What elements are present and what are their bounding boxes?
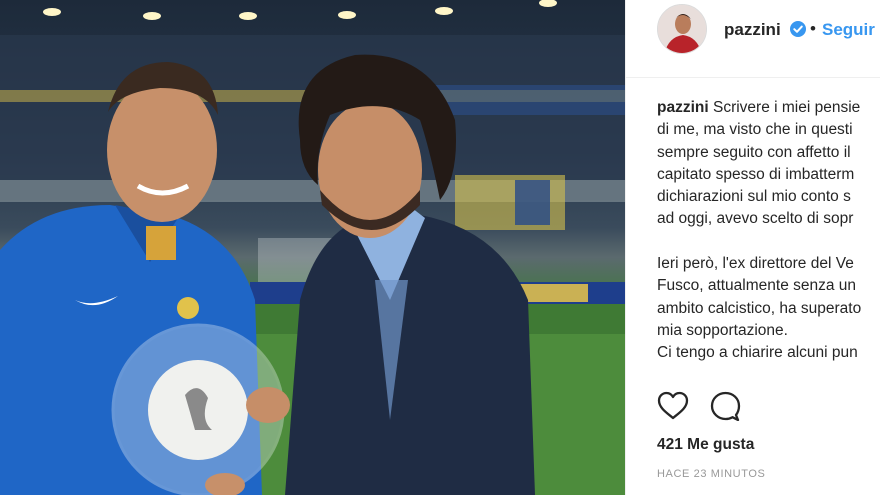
caption-line: ambito calcistico, ha superato bbox=[657, 299, 862, 317]
caption-line: pazzini Scrivere i miei pensie bbox=[657, 97, 880, 119]
caption-text: Scrivere i miei pensie bbox=[712, 99, 861, 116]
avatar[interactable] bbox=[657, 4, 707, 54]
likes-count[interactable]: 421 Me gusta bbox=[657, 436, 754, 454]
photo-scene bbox=[0, 0, 625, 495]
caption-username[interactable]: pazzini bbox=[657, 99, 709, 116]
avatar-image bbox=[658, 5, 706, 53]
header-separator: • bbox=[810, 19, 816, 38]
caption-line: di me, ma visto che in questi bbox=[657, 121, 853, 139]
verified-badge-icon bbox=[790, 21, 806, 37]
caption-line: Ci tengo a chiarire alcuni pun bbox=[657, 344, 858, 362]
caption-line: sempre seguito con affetto il bbox=[657, 143, 851, 161]
caption-line: mia sopportazione. bbox=[657, 321, 788, 339]
caption-line: Fusco, attualmente senza un bbox=[657, 277, 857, 295]
post-caption: pazzini Scrivere i miei pensie di me, ma… bbox=[657, 97, 880, 365]
follow-button[interactable]: Seguir bbox=[822, 20, 875, 40]
header-username[interactable]: pazzini bbox=[724, 20, 781, 40]
caption-line: ad oggi, avevo scelto di sopr bbox=[657, 210, 854, 228]
post-photo bbox=[0, 0, 625, 495]
caption-line: capitato spesso di imbatterm bbox=[657, 165, 855, 183]
caption-line: dichiarazioni sul mio conto s bbox=[657, 188, 851, 206]
post-sidebar: pazzini • Seguir pazzini Scrivere i miei… bbox=[625, 0, 880, 495]
post-header: pazzini • Seguir bbox=[626, 0, 880, 78]
comment-icon[interactable] bbox=[709, 391, 741, 422]
post-timestamp[interactable]: HACE 23 MINUTOS bbox=[657, 468, 765, 480]
caption-line: Ieri però, l'ex direttore del Ve bbox=[657, 255, 854, 273]
heart-icon[interactable] bbox=[657, 391, 689, 421]
